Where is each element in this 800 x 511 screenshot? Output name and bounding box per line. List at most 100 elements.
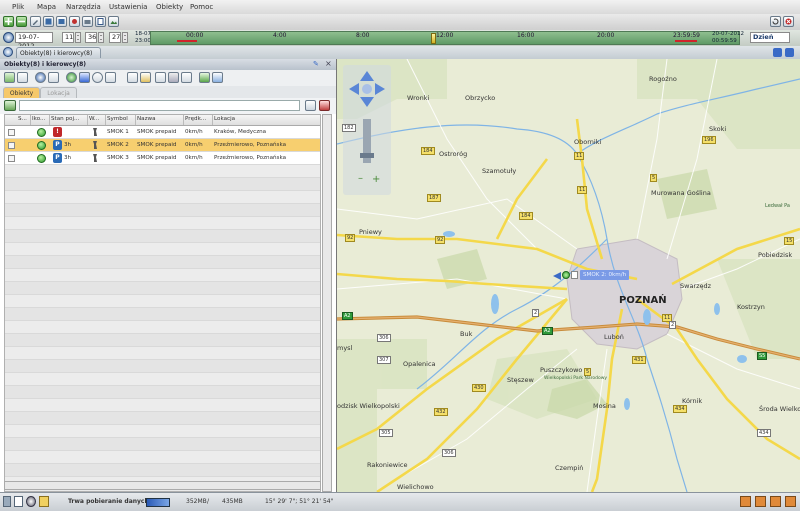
group-icon[interactable] [48,72,59,83]
menu-pomoc[interactable]: Pomoc [190,3,213,11]
place-label: Opalenica [403,360,436,368]
vehicle-marker[interactable]: SMOK 2: 0km/h [553,270,649,281]
table-row [5,399,320,412]
add-icon[interactable] [3,16,14,27]
report-icon[interactable] [95,16,106,27]
table-row[interactable]: P 3h SMOK 2 SMOK prepaid 0km/h Przeźmierowo, … [5,139,320,152]
date-input[interactable]: 19-07-2012 [15,32,53,50]
menu-plik[interactable]: Plik [12,3,24,11]
wrench-icon [93,141,97,149]
col-header-icon[interactable]: Iko... [32,116,48,122]
print-icon[interactable] [82,16,93,27]
search-options-icon[interactable] [305,100,316,111]
close-app-icon[interactable] [783,16,794,27]
message-icon[interactable] [770,496,781,507]
road-number: 15 [784,237,795,245]
search-input[interactable] [19,100,300,111]
col-header-state[interactable]: Stan poj... [51,116,85,122]
edit-icon[interactable] [30,16,41,27]
col-header-speed[interactable]: Prędk... [185,116,209,122]
row-checkbox[interactable] [8,129,15,136]
help-icon[interactable] [35,72,46,83]
folder-icon[interactable] [39,496,49,507]
settings-icon[interactable] [69,16,80,27]
progress-bar [146,498,170,507]
open-icon[interactable] [56,16,67,27]
info-icon[interactable] [785,496,796,507]
col-header-s[interactable]: S... [18,116,28,122]
table-row[interactable]: P 3h SMOK 3 SMOK prepaid 0km/h Przeźmierowo, … [5,152,320,165]
memory-used: 352MB [186,498,207,505]
objects-panel: Obiekty(8) i kierowcy(8) ✎ × Obiekty Lok… [0,59,337,492]
layers-icon[interactable] [3,496,11,507]
table-header: S... Iko... Stan poj... W... Symbol Nazw… [5,115,320,126]
col-header-symbol[interactable]: Symbol [107,116,133,122]
page-icon[interactable] [14,496,23,507]
hour-input[interactable]: 11 [62,32,74,43]
timeline-slider[interactable]: 00:00 4:00 8:00 12:00 16:00 20:00 23:59:… [150,31,740,45]
road-number: 182 [342,124,356,132]
main-toolbar [0,14,800,31]
menu-ustawienia[interactable]: Ustawienia [109,3,147,11]
draw-icon[interactable] [199,72,210,83]
ruler-icon[interactable] [155,72,166,83]
remove-icon[interactable] [16,16,27,27]
minute-input[interactable]: 36 [85,32,97,43]
wrench-icon [93,128,97,136]
menu-narzedzia[interactable]: Narzędzia [66,3,101,11]
timeline-handle[interactable] [431,33,436,44]
second-input[interactable]: 27 [109,32,121,43]
table-icon[interactable] [168,72,179,83]
filter-icon[interactable] [17,72,28,83]
history-icon[interactable] [92,72,103,83]
alarm-icon[interactable] [755,496,766,507]
table-row [5,451,320,464]
send-icon[interactable] [79,72,90,83]
refresh-icon[interactable] [770,16,781,27]
horizontal-scrollbar[interactable] [4,481,321,490]
vehicle-card-icon [571,271,578,279]
sound-icon[interactable] [740,496,751,507]
place-label: Puszczykowo [540,366,583,374]
close-panel-icon[interactable]: × [325,59,332,68]
minute-spinner[interactable] [98,32,104,43]
panel-title: Obiekty(8) i kierowcy(8) [4,61,87,68]
arrow-left-icon[interactable] [773,48,782,57]
clear-search-icon[interactable] [319,100,330,111]
col-header-location[interactable]: Lokacja [214,116,314,122]
col-header-name[interactable]: Nazwa [137,116,181,122]
panel-toolbar [0,70,336,87]
col-header-w[interactable]: W... [89,116,103,122]
hour-spinner[interactable] [75,32,81,43]
place-label: Szamotuły [482,167,517,175]
tab-objects[interactable]: Obiekty(8) i kierowcy(8) [16,47,101,58]
route-icon[interactable] [127,72,138,83]
menu-obiekty[interactable]: Obiekty [156,3,183,11]
row-checkbox[interactable] [8,155,15,162]
menu-mapa[interactable]: Mapa [37,3,56,11]
range-start-marker [177,40,197,42]
book-icon[interactable] [212,72,223,83]
document-icon[interactable] [105,72,116,83]
svg-text:+: + [372,174,380,185]
second-spinner[interactable] [122,32,128,43]
table-row [5,191,320,204]
export-icon[interactable] [181,72,192,83]
table-row [5,321,320,334]
pencil-icon[interactable] [140,72,151,83]
save-icon[interactable] [43,16,54,27]
search-icon[interactable] [4,100,16,111]
road-number: 5 [650,174,658,182]
map-view[interactable]: – + 182 184 11 187 196 11 92 92 184 5 30… [337,59,800,492]
pin-icon[interactable]: ✎ [313,60,319,68]
check-all-icon[interactable] [4,72,15,83]
table-row[interactable]: ! SMOK 1 SMOK prepaid 0km/h Kraków, Medyczna [5,126,320,139]
locate-icon[interactable] [66,72,77,83]
arrow-right-icon[interactable] [785,48,794,57]
vertical-scrollbar[interactable] [322,114,332,492]
target-icon[interactable] [26,496,36,507]
image-icon[interactable] [108,16,119,27]
row-checkbox[interactable] [8,142,15,149]
place-label: Kostrzyn [737,303,765,311]
period-select[interactable]: Dzień [750,32,790,43]
